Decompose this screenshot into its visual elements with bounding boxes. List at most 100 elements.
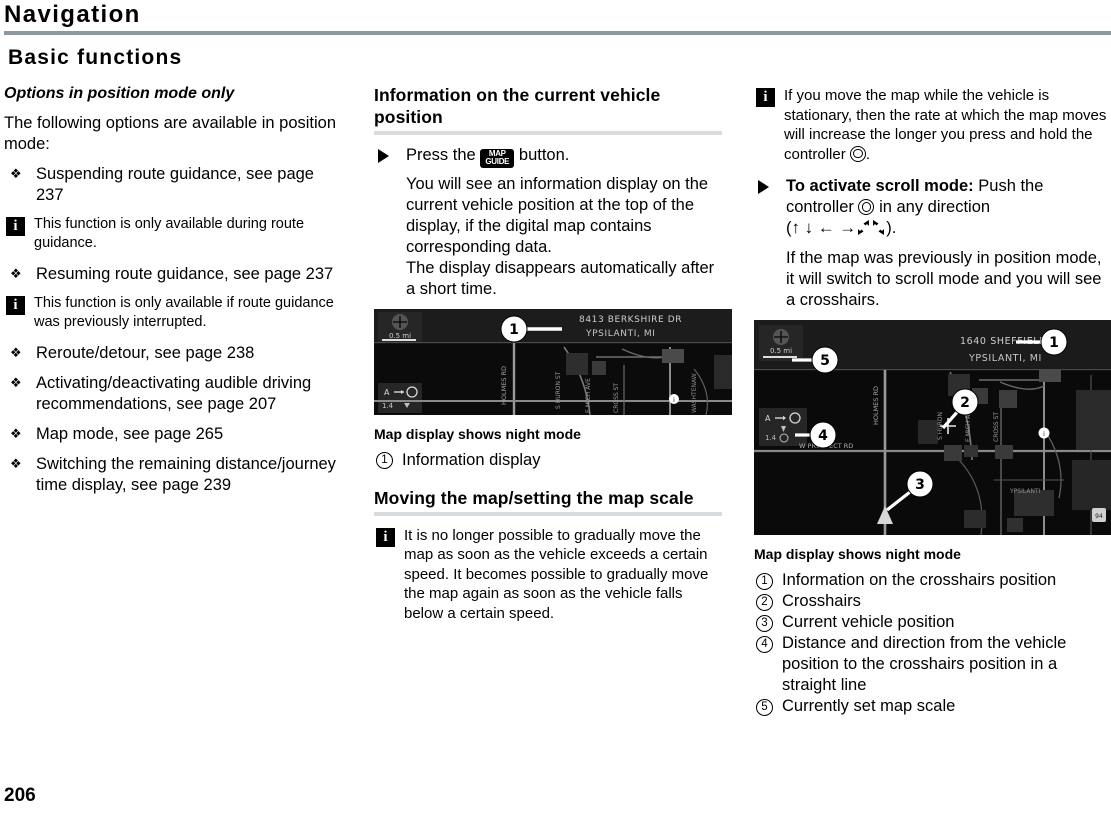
bullet-icon: ❖: [10, 456, 22, 471]
info-note-text: It is no longer possible to gradually mo…: [404, 526, 709, 622]
svg-text:5: 5: [820, 353, 830, 369]
list-item-label: Map mode, see page 265: [36, 425, 224, 443]
legend-number-1: 1: [756, 572, 773, 590]
legend-label: Information on the crosshairs position: [782, 571, 1057, 589]
step-text-2: in any direction: [879, 198, 991, 216]
list-item: ❖ Resuming route guidance, see page 237: [4, 264, 342, 285]
column-right: i If you move the map while the vehicle …: [754, 84, 1111, 717]
list-item-label: Activating/deactivating audible driving …: [36, 374, 312, 413]
svg-text:E MICH AVE: E MICH AVE: [585, 377, 592, 412]
chapter-title: Navigation: [4, 1, 141, 28]
svg-text:94: 94: [1095, 513, 1103, 520]
heading-rule-2: [374, 511, 722, 516]
direction-arrow-group: (↑ ↓ ← →).: [786, 219, 896, 237]
options-bullet-list: ❖ Suspending route guidance, see page 23…: [4, 164, 342, 206]
step-arrow-icon: [758, 180, 769, 194]
info-note-text-tail: .: [865, 145, 871, 163]
info-icon: i: [6, 217, 25, 236]
legend-list-2: 1 Information on the crosshairs position…: [754, 570, 1111, 717]
content-columns: Options in position mode only The follow…: [0, 84, 1111, 717]
column-middle: Information on the current vehicle posit…: [374, 84, 732, 717]
legend-label: Information display: [402, 450, 541, 469]
svg-text:CROSS ST: CROSS ST: [613, 382, 620, 412]
svg-text:A: A: [384, 388, 390, 397]
info-note-text: This function is only available if route…: [34, 295, 334, 330]
list-item: 1 Information display: [374, 450, 722, 471]
header-rule: [4, 31, 1111, 35]
info-note: i This function is only available during…: [4, 215, 342, 252]
list-item: ❖ Activating/deactivating audible drivin…: [4, 373, 342, 415]
arrow-right-icon: →: [839, 218, 857, 237]
info-note-map-move-rate: i If you move the map while the vehicle …: [754, 86, 1111, 164]
map-figure-scroll-mode: 0.5 mi A 1.4 HOLMES RD S HURON E MICH AV…: [754, 320, 1111, 540]
section-title: Basic functions: [8, 46, 183, 69]
list-item: 1 Information on the crosshairs position: [754, 570, 1111, 591]
arrow-down-icon: ↓: [804, 218, 814, 237]
list-item: 4 Distance and direction from the vehicl…: [754, 633, 1111, 696]
legend-label: Distance and direction from the vehicle …: [782, 634, 1067, 694]
svg-text:0.5 mi: 0.5 mi: [389, 332, 411, 340]
options-bullet-list-3: ❖ Reroute/detour, see page 238 ❖ Activat…: [4, 343, 342, 496]
arrow-up-icon: ↑: [791, 218, 801, 237]
arrow-diagonal-ne-sw-icon: [856, 219, 871, 242]
options-intro: The following options are available in p…: [4, 114, 337, 153]
bullet-icon: ❖: [10, 375, 22, 390]
svg-text:3: 3: [915, 477, 925, 493]
map-caption-2: Map display shows night mode: [754, 546, 961, 562]
info-note: i This function is only available if rou…: [4, 294, 342, 331]
legend-number-5: 5: [756, 698, 773, 716]
map-image-2: 0.5 mi A 1.4 HOLMES RD S HURON E MICH AV…: [754, 320, 1111, 536]
step-text-suffix: button.: [518, 146, 570, 164]
legend-label: Currently set map scale: [782, 697, 956, 715]
svg-text:0.5 mi: 0.5 mi: [770, 347, 792, 355]
arrow-left-icon: ←: [817, 218, 835, 237]
info-icon: i: [6, 296, 25, 315]
info-note-text: This function is only available during r…: [34, 216, 305, 251]
list-item-label: Suspending route guidance, see page 237: [36, 165, 314, 204]
list-item-label: Reroute/detour, see page 238: [36, 344, 255, 362]
bullet-icon: ❖: [10, 426, 22, 441]
legend-number-4: 4: [756, 635, 773, 653]
scroll-mode-para: If the map was previously in position mo…: [786, 249, 1102, 309]
map-guide-button-icon[interactable]: MAP GUIDE: [480, 148, 515, 168]
svg-text:CROSS ST: CROSS ST: [993, 412, 1000, 442]
step-bold-label: To activate scroll mode:: [786, 177, 974, 195]
options-subheading: Options in position mode only: [4, 85, 235, 102]
map-guide-line2: GUIDE: [485, 157, 510, 166]
heading-moving-map: Moving the map/setting the map scale: [374, 487, 694, 508]
controller-icon[interactable]: [858, 199, 875, 215]
legend-list-1: 1 Information display: [374, 450, 722, 471]
svg-text:HOLMES RD: HOLMES RD: [872, 386, 880, 425]
list-item: ❖ Reroute/detour, see page 238: [4, 343, 342, 364]
heading-vehicle-position: Information on the current vehicle posit…: [374, 85, 661, 127]
info-note-text: If you move the map while the vehicle is…: [784, 87, 1107, 163]
legend-number-1: 1: [376, 452, 393, 469]
step-press-mapguide: Press the MAP GUIDE button.: [374, 145, 722, 168]
svg-text:8413 BERKSHIRE DR: 8413 BERKSHIRE DR: [579, 315, 682, 325]
legend-number-3: 3: [756, 614, 773, 632]
svg-text:YPSILANTI: YPSILANTI: [1009, 488, 1041, 495]
svg-text:WASHTENAW: WASHTENAW: [691, 373, 698, 413]
heading-rule: [374, 131, 722, 135]
list-item-label: Resuming route guidance, see page 237: [36, 265, 334, 283]
bullet-icon: ❖: [10, 266, 22, 281]
svg-text:1.4: 1.4: [765, 434, 777, 442]
info-icon: i: [756, 88, 775, 107]
legend-number-2: 2: [756, 593, 773, 611]
map-figure-position-mode: 0.5 mi A 1.4 HOLMES RD S HURON ST E MICH…: [374, 308, 732, 420]
map-caption-1: Map display shows night mode: [374, 425, 581, 442]
svg-text:1.4: 1.4: [382, 402, 394, 410]
svg-text:4: 4: [818, 428, 828, 444]
svg-text:YPSILANTI, MI: YPSILANTI, MI: [585, 329, 656, 339]
svg-text:1: 1: [1049, 335, 1059, 351]
bullet-icon: ❖: [10, 345, 22, 360]
step-arrow-icon: [378, 149, 389, 163]
step-text-prefix: Press the: [406, 146, 476, 164]
vehicle-position-para-1: You will see an information display on t…: [406, 174, 709, 256]
controller-icon[interactable]: [849, 145, 866, 162]
info-icon: i: [376, 527, 395, 547]
svg-text:HOLMES RD: HOLMES RD: [500, 365, 508, 404]
page-number: 206: [4, 785, 36, 806]
list-item: ❖ Suspending route guidance, see page 23…: [4, 164, 342, 206]
list-item: 3 Current vehicle position: [754, 612, 1111, 633]
